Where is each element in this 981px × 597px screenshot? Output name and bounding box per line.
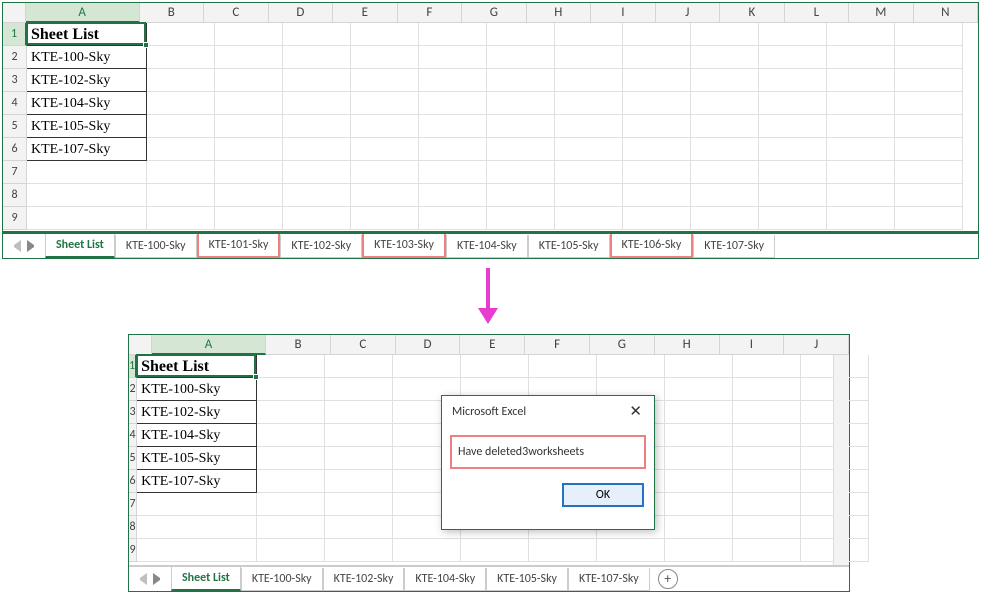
column-headers: A B C D E F G H I J K L M N bbox=[3, 3, 978, 23]
col-header-B[interactable]: B bbox=[140, 3, 205, 23]
row-header-9[interactable]: 9 bbox=[129, 539, 137, 562]
col-header-L[interactable]: L bbox=[785, 3, 850, 23]
dialog-title: Microsoft Excel bbox=[452, 405, 526, 419]
row-header-4[interactable]: 4 bbox=[3, 92, 27, 115]
cell-A4[interactable]: KTE-104-Sky bbox=[137, 424, 257, 447]
tab-next-icon[interactable] bbox=[153, 573, 165, 585]
col-header-A[interactable]: A bbox=[152, 335, 266, 355]
col-header-F[interactable]: F bbox=[398, 3, 463, 23]
cell-A2[interactable]: KTE-100-Sky bbox=[27, 46, 147, 69]
col-header-N[interactable]: N bbox=[914, 3, 979, 23]
row-header-1[interactable]: 1 bbox=[129, 355, 137, 378]
ok-button[interactable]: OK bbox=[562, 483, 644, 507]
col-header-E[interactable]: E bbox=[333, 3, 398, 23]
col-header-G[interactable]: G bbox=[462, 3, 527, 23]
col-header-H[interactable]: H bbox=[527, 3, 592, 23]
tab-prev-icon[interactable] bbox=[135, 573, 147, 585]
workbook-after: A B C D E F G H I J 1 2 3 4 5 6 7 8 9 Sh… bbox=[128, 334, 850, 592]
vertical-scrollbar[interactable] bbox=[833, 355, 849, 565]
sheet-tab[interactable]: Sheet List bbox=[45, 234, 115, 258]
col-header-A[interactable]: A bbox=[26, 3, 140, 23]
row-headers: 1 2 3 4 5 6 7 8 9 bbox=[129, 355, 137, 562]
col-header-C[interactable]: C bbox=[331, 335, 396, 355]
tabbar-accent-line bbox=[3, 231, 978, 234]
sheet-tab[interactable]: KTE-105-Sky bbox=[486, 568, 568, 591]
select-all-corner[interactable] bbox=[129, 335, 152, 355]
sheet-tab[interactable]: KTE-107-Sky bbox=[693, 235, 775, 258]
row-header-3[interactable]: 3 bbox=[129, 401, 137, 424]
cell-A3[interactable]: KTE-102-Sky bbox=[27, 69, 147, 92]
cell-A4[interactable]: KTE-104-Sky bbox=[27, 92, 147, 115]
cell-A1[interactable]: Sheet List bbox=[137, 355, 257, 378]
cell-A6[interactable]: KTE-107-Sky bbox=[27, 138, 147, 161]
fill-handle[interactable] bbox=[143, 42, 149, 48]
col-header-K[interactable]: K bbox=[720, 3, 785, 23]
col-header-J[interactable]: J bbox=[656, 3, 721, 23]
sheet-tab[interactable]: KTE-102-Sky bbox=[323, 568, 405, 591]
row-header-9[interactable]: 9 bbox=[3, 207, 27, 230]
sheet-tab[interactable]: Sheet List bbox=[171, 567, 241, 591]
row-header-1[interactable]: 1 bbox=[3, 23, 27, 46]
row-header-2[interactable]: 2 bbox=[3, 46, 27, 69]
column-headers: A B C D E F G H I J bbox=[129, 335, 849, 355]
row-header-5[interactable]: 5 bbox=[129, 447, 137, 470]
cell-A1[interactable]: Sheet List bbox=[27, 23, 147, 46]
fill-handle[interactable] bbox=[253, 374, 259, 380]
sheet-tab[interactable]: KTE-104-Sky bbox=[404, 568, 486, 591]
col-header-G[interactable]: G bbox=[590, 335, 655, 355]
col-header-F[interactable]: F bbox=[525, 335, 590, 355]
new-sheet-button[interactable]: + bbox=[658, 569, 678, 589]
col-header-E[interactable]: E bbox=[460, 335, 525, 355]
cell-A2[interactable]: KTE-100-Sky bbox=[137, 378, 257, 401]
dialog-message: Have deleted3worksheets bbox=[450, 435, 646, 469]
sheet-tab[interactable]: KTE-100-Sky bbox=[241, 568, 323, 591]
cell-A3[interactable]: KTE-102-Sky bbox=[137, 401, 257, 424]
sheet-tab[interactable]: KTE-103-Sky bbox=[362, 232, 446, 258]
sheet-tabbar-before: Sheet ListKTE-100-SkyKTE-101-SkyKTE-102-… bbox=[3, 232, 978, 258]
sheet-tabbar-after: Sheet ListKTE-100-SkyKTE-102-SkyKTE-104-… bbox=[129, 565, 849, 591]
row-header-3[interactable]: 3 bbox=[3, 69, 27, 92]
cell-A6[interactable]: KTE-107-Sky bbox=[137, 470, 257, 493]
row-header-4[interactable]: 4 bbox=[129, 424, 137, 447]
row-header-6[interactable]: 6 bbox=[3, 138, 27, 161]
cell[interactable] bbox=[147, 23, 215, 46]
cell-A5[interactable]: KTE-105-Sky bbox=[27, 115, 147, 138]
down-arrow-icon bbox=[478, 268, 498, 326]
row-header-6[interactable]: 6 bbox=[129, 470, 137, 493]
cell-A5[interactable]: KTE-105-Sky bbox=[137, 447, 257, 470]
row-header-2[interactable]: 2 bbox=[129, 378, 137, 401]
sheet-tab[interactable]: KTE-100-Sky bbox=[115, 235, 197, 258]
col-header-D[interactable]: D bbox=[269, 3, 334, 23]
workbook-before: A B C D E F G H I J K L M N 1 2 3 4 5 6 … bbox=[2, 2, 979, 259]
sheet-tab[interactable]: KTE-104-Sky bbox=[446, 235, 528, 258]
sheet-tab[interactable]: KTE-106-Sky bbox=[610, 232, 694, 258]
col-header-H[interactable]: H bbox=[655, 335, 720, 355]
close-icon[interactable]: ✕ bbox=[625, 402, 646, 421]
col-header-I[interactable]: I bbox=[720, 335, 785, 355]
col-header-B[interactable]: B bbox=[266, 335, 331, 355]
cell-grid[interactable]: Sheet List KTE-100-Sky KTE-102-Sky KTE-1… bbox=[27, 23, 978, 230]
col-header-D[interactable]: D bbox=[396, 335, 461, 355]
col-header-J[interactable]: J bbox=[784, 335, 849, 355]
sheet-tab[interactable]: KTE-101-Sky bbox=[197, 232, 281, 258]
col-header-C[interactable]: C bbox=[204, 3, 269, 23]
row-header-5[interactable]: 5 bbox=[3, 115, 27, 138]
tab-nav bbox=[3, 240, 45, 252]
sheet-tab[interactable]: KTE-102-Sky bbox=[280, 235, 362, 258]
row-header-8[interactable]: 8 bbox=[3, 184, 27, 207]
tab-prev-icon[interactable] bbox=[9, 240, 21, 252]
row-header-7[interactable]: 7 bbox=[3, 161, 27, 184]
sheet-tab[interactable]: KTE-107-Sky bbox=[568, 568, 650, 591]
row-header-8[interactable]: 8 bbox=[129, 516, 137, 539]
col-header-I[interactable]: I bbox=[591, 3, 656, 23]
row-headers: 1 2 3 4 5 6 7 8 9 bbox=[3, 23, 27, 230]
tab-nav bbox=[129, 573, 171, 585]
message-dialog: Microsoft Excel ✕ Have deleted3worksheet… bbox=[441, 395, 655, 530]
sheet-tab[interactable]: KTE-105-Sky bbox=[528, 235, 610, 258]
tab-next-icon[interactable] bbox=[27, 240, 39, 252]
select-all-corner[interactable] bbox=[3, 3, 26, 23]
col-header-M[interactable]: M bbox=[849, 3, 914, 23]
row-header-7[interactable]: 7 bbox=[129, 493, 137, 516]
